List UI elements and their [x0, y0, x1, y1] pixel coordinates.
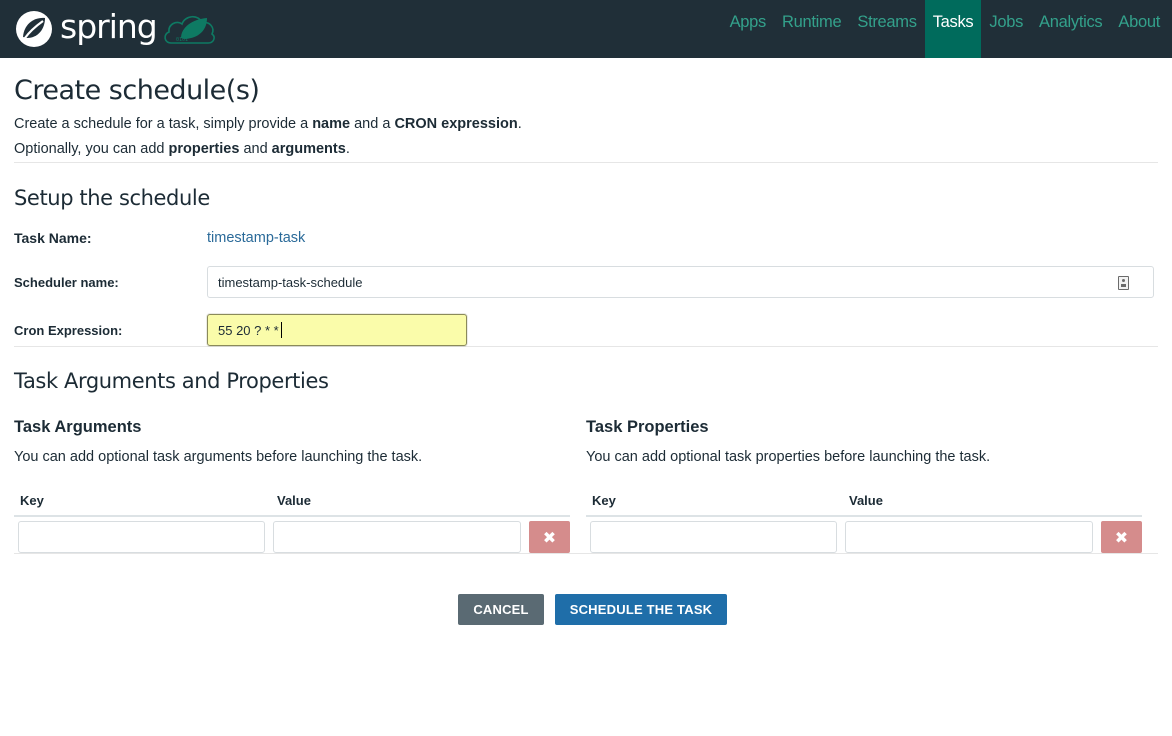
schedule-task-button[interactable]: SCHEDULE THE TASK — [555, 594, 727, 625]
arguments-table-header: Key Value — [14, 493, 586, 513]
nav-tasks[interactable]: Tasks — [924, 0, 982, 58]
intro-line-1: Create a schedule for a task, simply pro… — [14, 112, 1158, 137]
args-props-section-title: Task Arguments and Properties — [14, 369, 329, 393]
svg-text:0101: 0101 — [176, 37, 188, 43]
intro-text-segment: and — [239, 141, 272, 157]
cron-expression-label: Cron Expression: — [14, 322, 123, 338]
task-properties-description: You can add optional task properties bef… — [586, 449, 991, 465]
nav-about[interactable]: About — [1110, 0, 1168, 58]
scheduler-name-input[interactable]: timestamp-task-schedule — [207, 266, 1154, 298]
intro-text: Create a schedule for a task, simply pro… — [14, 112, 1158, 162]
main-nav: Apps Runtime Streams Tasks Jobs Analytic… — [722, 0, 1172, 58]
times-icon: ✖ — [542, 527, 557, 547]
form-actions: CANCEL SCHEDULE THE TASK — [14, 594, 1158, 625]
cron-expression-row: Cron Expression: 55 20 ? * * — [14, 314, 1158, 346]
intro-bold-cron: CRON expression — [394, 116, 518, 132]
nav-analytics[interactable]: Analytics — [1031, 0, 1110, 58]
task-arguments-description: You can add optional task arguments befo… — [14, 449, 423, 465]
cron-expression-input[interactable]: 55 20 ? * * — [207, 314, 467, 346]
task-arguments-title: Task Arguments — [14, 418, 142, 436]
remove-property-button[interactable]: ✖ — [1101, 521, 1142, 553]
page-title: Create schedule(s) — [14, 75, 260, 106]
main-content: Create schedule(s) Create a schedule for… — [0, 75, 1172, 625]
argument-value-input[interactable] — [273, 521, 521, 553]
task-name-row: Task Name: timestamp-task — [14, 228, 1158, 248]
divider — [14, 553, 1158, 554]
task-properties-title: Task Properties — [586, 418, 709, 436]
divider — [14, 346, 1158, 347]
top-navbar: spring 0101 Apps Runtime Streams Tasks J… — [0, 0, 1172, 58]
property-value-input[interactable] — [845, 521, 1093, 553]
property-key-input[interactable] — [590, 521, 837, 553]
cloud-dataflow-icon: 0101 — [164, 15, 215, 44]
task-arguments-panel: Task Arguments You can add optional task… — [14, 418, 586, 553]
properties-key-header: Key — [592, 493, 616, 508]
task-name-value: timestamp-task — [207, 230, 306, 246]
nav-jobs[interactable]: Jobs — [981, 0, 1031, 58]
intro-line-2: Optionally, you can add properties and a… — [14, 137, 1158, 162]
intro-text-segment: . — [517, 116, 522, 132]
arguments-value-header: Value — [277, 493, 311, 508]
intro-text-segment: . — [345, 141, 350, 157]
arguments-key-header: Key — [20, 493, 44, 508]
task-name-label: Task Name: — [14, 230, 92, 246]
argument-row: ✖ — [14, 521, 586, 553]
properties-value-header: Value — [849, 493, 883, 508]
intro-text-segment: and a — [350, 116, 395, 132]
text-cursor — [280, 322, 282, 338]
spring-leaf-icon — [16, 11, 52, 47]
intro-bold-name: name — [312, 116, 351, 132]
task-properties-panel: Task Properties You can add optional tas… — [586, 418, 1158, 553]
times-icon: ✖ — [1114, 527, 1129, 547]
nav-streams[interactable]: Streams — [849, 0, 924, 58]
scheduler-name-value: timestamp-task-schedule — [218, 274, 363, 290]
scheduler-name-label: Scheduler name: — [14, 274, 119, 290]
autofill-contact-icon[interactable] — [1118, 276, 1129, 290]
intro-text-segment: Optionally, you can add — [14, 141, 169, 157]
argument-key-input[interactable] — [18, 521, 265, 553]
intro-bold-properties: properties — [168, 141, 240, 157]
args-props-columns: Task Arguments You can add optional task… — [14, 418, 1158, 553]
cancel-button[interactable]: CANCEL — [458, 594, 544, 625]
property-row: ✖ — [586, 521, 1158, 553]
brand-logo[interactable]: spring 0101 — [0, 0, 217, 58]
scheduler-name-row: Scheduler name: timestamp-task-schedule — [14, 266, 1158, 298]
properties-table-header: Key Value — [586, 493, 1158, 513]
brand-name: spring — [60, 6, 158, 46]
remove-argument-button[interactable]: ✖ — [529, 521, 570, 553]
table-header-rule — [14, 515, 570, 517]
intro-text-segment: Create a schedule for a task, simply pro… — [14, 116, 313, 132]
table-header-rule — [586, 515, 1142, 517]
nav-apps[interactable]: Apps — [722, 0, 774, 58]
divider — [14, 162, 1158, 163]
setup-section-title: Setup the schedule — [14, 186, 210, 210]
nav-runtime[interactable]: Runtime — [774, 0, 849, 58]
cron-expression-value: 55 20 ? * * — [218, 322, 279, 338]
intro-bold-arguments: arguments — [271, 141, 346, 157]
